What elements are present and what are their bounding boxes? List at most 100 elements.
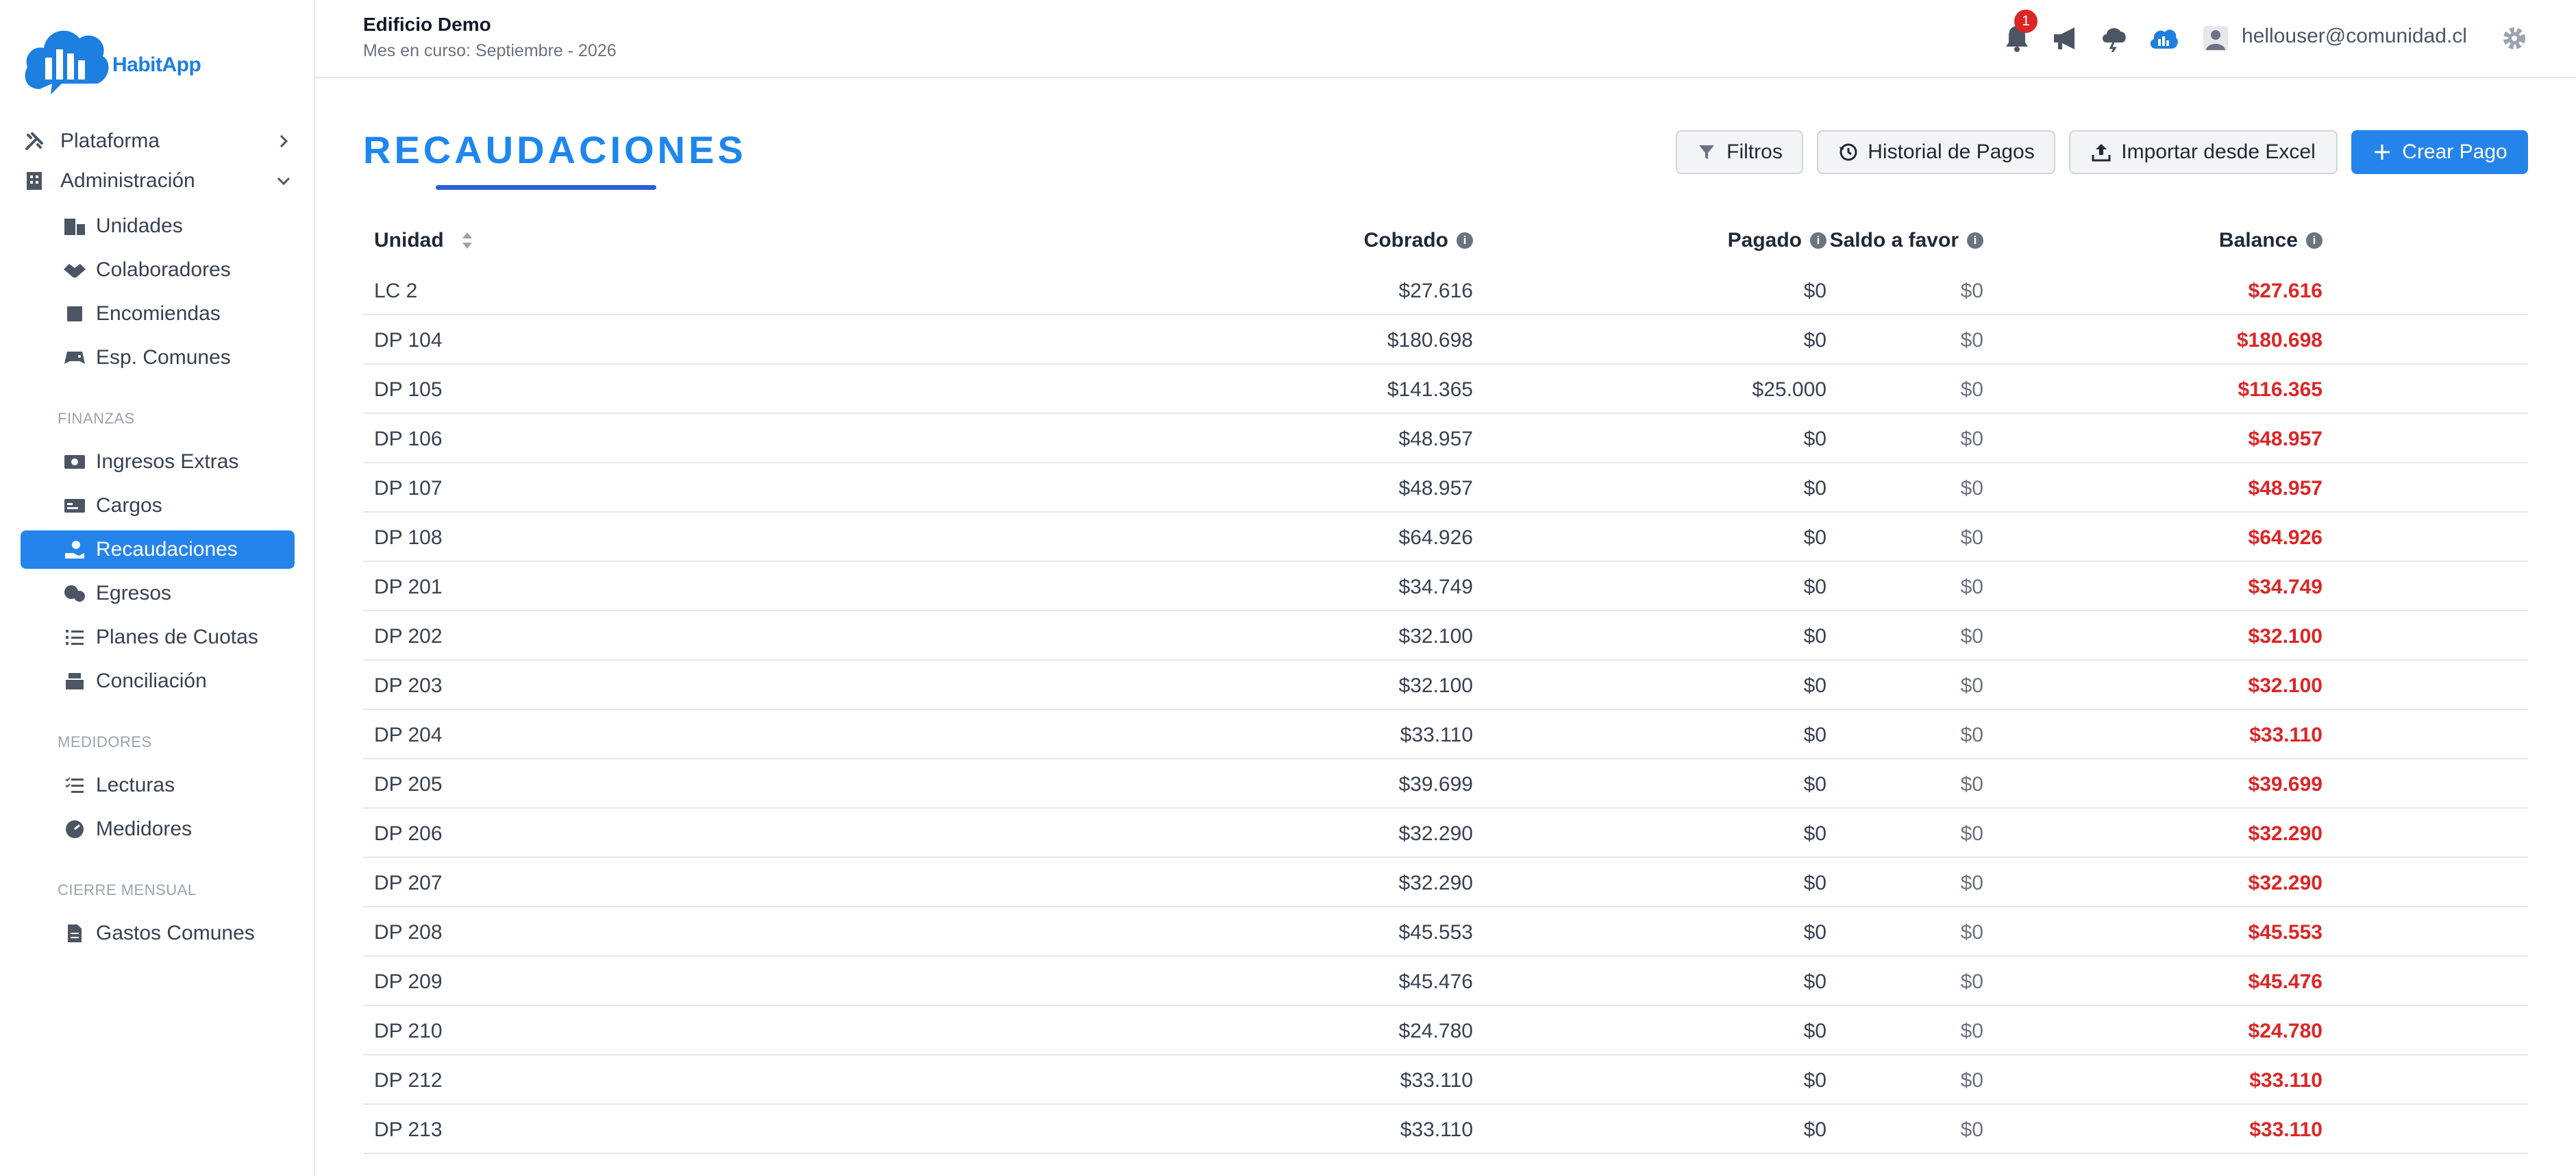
cell-saldo: $0 [1960, 872, 1983, 894]
cell-saldo: $0 [1960, 674, 1983, 697]
table-row[interactable]: DP 213 $33.110 $0 $0 $33.110 [363, 1105, 2528, 1154]
gear-icon[interactable] [2499, 23, 2529, 53]
cell-cobrado: $45.476 [1398, 970, 1473, 993]
brand-logo[interactable]: HabitApp [21, 21, 212, 100]
cell-balance: $27.616 [2248, 280, 2323, 302]
filters-button[interactable]: Filtros [1676, 130, 1803, 174]
import-excel-button[interactable]: Importar desde Excel [2069, 130, 2338, 174]
nav-administracion[interactable]: Administración [21, 162, 301, 200]
tools-icon [22, 129, 47, 154]
cell-pagado: $0 [1803, 625, 1826, 648]
cell-unidad: DP 202 [374, 625, 443, 648]
sidebar-item-planes-cuotas[interactable]: Planes de Cuotas [21, 618, 295, 657]
table-row[interactable]: DP 104 $180.698 $0 $0 $180.698 [363, 315, 2528, 365]
table-row[interactable]: DP 209 $45.476 $0 $0 $45.476 [363, 957, 2528, 1006]
cell-cobrado: $39.699 [1398, 773, 1473, 796]
cell-saldo: $0 [1960, 1118, 1983, 1141]
cell-unidad: DP 201 [374, 576, 443, 598]
cell-unidad: DP 105 [374, 378, 443, 401]
table-row[interactable]: DP 106 $48.957 $0 $0 $48.957 [363, 414, 2528, 463]
sidebar-item-ingresos-extras[interactable]: Ingresos Extras [21, 443, 295, 481]
col-balance-label: Balance [2218, 229, 2298, 252]
table-body: LC 2 $27.616 $0 $0 $27.616 DP 104 $180.698 $0 $0… [363, 266, 2528, 1154]
info-icon[interactable]: i [2306, 232, 2323, 249]
cell-saldo: $0 [1960, 921, 1983, 944]
cell-cobrado: $24.780 [1398, 1020, 1473, 1042]
sidebar-item-esp-comunes[interactable]: Esp. Comunes [21, 339, 295, 377]
user-email[interactable]: hellouser@comunidad.cl [2242, 25, 2467, 48]
sidebar-item-unidades[interactable]: Unidades [21, 207, 295, 245]
cell-pagado: $0 [1803, 1118, 1826, 1141]
table-row[interactable]: DP 107 $48.957 $0 $0 $48.957 [363, 463, 2528, 513]
sort-icon[interactable] [460, 230, 474, 251]
cell-saldo: $0 [1960, 526, 1983, 549]
cell-balance: $32.100 [2248, 625, 2323, 648]
cell-pagado: $0 [1803, 428, 1826, 450]
table-row[interactable]: DP 202 $32.100 $0 $0 $32.100 [363, 611, 2528, 661]
hand-coin-icon [62, 537, 88, 563]
cell-balance: $48.957 [2248, 428, 2323, 450]
col-unidad-header[interactable]: Unidad [374, 229, 474, 252]
cloud-storm-icon[interactable] [2099, 23, 2129, 53]
cell-unidad: DP 210 [374, 1020, 443, 1042]
user-icon[interactable] [2201, 23, 2231, 53]
table-row[interactable]: DP 204 $33.110 $0 $0 $33.110 [363, 710, 2528, 759]
table-row[interactable]: DP 108 $64.926 $0 $0 $64.926 [363, 513, 2528, 562]
sidebar-item-label: Conciliación [96, 670, 207, 692]
info-icon[interactable]: i [1457, 232, 1473, 249]
payment-history-button[interactable]: Historial de Pagos [1817, 130, 2055, 174]
cell-cobrado: $48.957 [1398, 477, 1473, 500]
sidebar-item-label: Cargos [96, 494, 162, 517]
table-row[interactable]: DP 201 $34.749 $0 $0 $34.749 [363, 562, 2528, 611]
col-balance-header: Balance i [2219, 229, 2323, 252]
cell-unidad: DP 205 [374, 773, 443, 796]
info-icon[interactable]: i [1967, 232, 1983, 249]
cell-balance: $32.290 [2248, 822, 2323, 845]
cell-saldo: $0 [1960, 625, 1983, 648]
building-name: Edificio Demo [363, 14, 491, 35]
cell-cobrado: $32.100 [1398, 625, 1473, 648]
nav-plataforma[interactable]: Plataforma [21, 122, 301, 160]
table-row[interactable]: DP 212 $33.110 $0 $0 $33.110 [363, 1055, 2528, 1105]
megaphone-icon[interactable] [2051, 23, 2081, 53]
table-row[interactable]: DP 207 $32.290 $0 $0 $32.290 [363, 858, 2528, 907]
cell-balance: $39.699 [2248, 773, 2323, 796]
sidebar-item-label: Ingresos Extras [96, 450, 239, 473]
sidebar-item-recaudaciones[interactable]: Recaudaciones [21, 530, 295, 569]
table-row[interactable]: DP 205 $39.699 $0 $0 $39.699 [363, 759, 2528, 809]
nav-administracion-label: Administración [60, 169, 195, 192]
cell-balance: $34.749 [2248, 576, 2323, 598]
cell-unidad: DP 213 [374, 1118, 443, 1141]
table-row[interactable]: DP 210 $24.780 $0 $0 $24.780 [363, 1006, 2528, 1055]
table-row[interactable]: DP 105 $141.365 $25.000 $0 $116.365 [363, 365, 2528, 414]
gamepad-icon [62, 345, 88, 371]
cell-unidad: DP 204 [374, 724, 443, 746]
table-row[interactable]: DP 206 $32.290 $0 $0 $32.290 [363, 809, 2528, 858]
sidebar-item-cargos[interactable]: Cargos [21, 487, 295, 525]
create-payment-button[interactable]: Crear Pago [2351, 130, 2528, 174]
table-row[interactable]: DP 208 $45.553 $0 $0 $45.553 [363, 907, 2528, 957]
cell-unidad: DP 206 [374, 822, 443, 845]
table-row[interactable]: LC 2 $27.616 $0 $0 $27.616 [363, 266, 2528, 315]
sidebar-item-lecturas[interactable]: Lecturas [21, 766, 295, 805]
cell-saldo: $0 [1960, 822, 1983, 845]
sidebar-item-label: Encomiendas [96, 302, 221, 325]
table-row[interactable]: DP 203 $32.100 $0 $0 $32.100 [363, 661, 2528, 710]
sidebar-item-egresos[interactable]: Egresos [21, 574, 295, 613]
sidebar-item-medidores[interactable]: Medidores [21, 810, 295, 848]
sidebar-item-gastos-comunes[interactable]: Gastos Comunes [21, 914, 295, 953]
cell-pagado: $0 [1803, 773, 1826, 796]
cell-balance: $33.110 [2249, 1069, 2323, 1092]
sidebar-item-encomiendas[interactable]: Encomiendas [21, 295, 295, 333]
cell-saldo: $0 [1960, 773, 1983, 796]
cash-register-icon [62, 668, 88, 694]
cloud-chart-icon[interactable] [2148, 23, 2179, 53]
cell-balance: $24.780 [2248, 1020, 2323, 1042]
sidebar-item-conciliacion[interactable]: Conciliación [21, 662, 295, 700]
cell-balance: $64.926 [2248, 526, 2323, 549]
section-title-medidores: MEDIDORES [58, 733, 152, 750]
cell-pagado: $0 [1803, 280, 1826, 302]
list-check-icon [62, 772, 88, 798]
sidebar-item-colaboradores[interactable]: Colaboradores [21, 251, 295, 289]
info-icon[interactable]: i [1810, 232, 1826, 249]
